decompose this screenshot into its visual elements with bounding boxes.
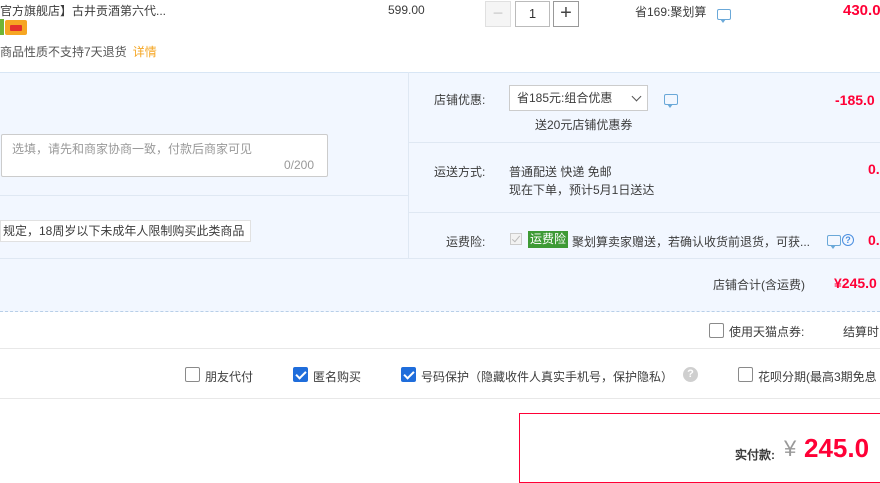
chat-bubble-icon[interactable]	[664, 94, 678, 108]
quantity-increase-button[interactable]: +	[553, 1, 579, 27]
row-divider	[0, 258, 880, 259]
payment-amount: 245.0	[804, 433, 870, 463]
huabei-installment-checkbox[interactable]	[738, 367, 753, 382]
no-return-notice: 商品性质不支持7天退货 详情	[0, 43, 157, 60]
buyer-message-counter: 0/200	[284, 158, 315, 172]
friend-pay-label[interactable]: 朋友代付	[205, 368, 253, 385]
row-divider	[409, 212, 880, 213]
anonymous-purchase-checkbox[interactable]	[293, 367, 308, 382]
shipping-method: 普通配送 快递 免邮	[509, 165, 612, 179]
no-return-text: 商品性质不支持7天退货	[0, 45, 127, 59]
store-promo-label: 店铺优惠:	[434, 93, 486, 107]
badge-green-icon	[0, 19, 4, 35]
currency-symbol: ¥	[784, 436, 797, 461]
settle-note: 结算时	[843, 325, 880, 339]
quantity-decrease-button[interactable]: −	[485, 1, 511, 27]
chevron-down-icon	[631, 91, 642, 102]
tmall-coupon-label[interactable]: 使用天猫点券:	[729, 323, 804, 340]
anonymous-purchase-label[interactable]: 匿名购买	[313, 368, 361, 385]
question-icon[interactable]: ?	[683, 367, 698, 382]
insurance-description: 聚划算卖家赠送，若确认收货前退货，可获...	[572, 235, 811, 249]
insurance-checkbox[interactable]	[510, 233, 522, 245]
payment-label: 实付款:	[735, 448, 775, 462]
credit-card-icon	[5, 20, 27, 35]
shipping-amount: 0.	[868, 161, 880, 177]
age-restriction-notice: 规定，18周岁以下未成年人限制购买此类商品	[0, 220, 252, 242]
friend-pay-checkbox[interactable]	[185, 367, 200, 382]
number-protection-checkbox[interactable]	[401, 367, 416, 382]
row-divider	[0, 195, 409, 196]
huabei-installment-label[interactable]: 花呗分期(最高3期免息	[758, 368, 877, 385]
section-divider	[0, 398, 880, 399]
unit-price: 599.00	[388, 3, 425, 17]
store-promo-amount: -185.0	[835, 92, 875, 108]
row-divider	[409, 142, 880, 143]
shipping-label: 运送方式:	[434, 165, 486, 179]
shipping-eta: 现在下单，预计5月1日送达	[509, 183, 655, 197]
store-promo-select[interactable]: 省185元:组合优惠	[509, 85, 648, 111]
insurance-amount: 0.	[868, 232, 880, 248]
insurance-tag: 运费险	[528, 231, 569, 248]
insurance-label: 运费险:	[446, 235, 486, 249]
panel-divider	[408, 72, 409, 258]
discount-note: 省169:聚划算	[635, 5, 707, 19]
chat-bubble-icon[interactable]	[827, 235, 841, 249]
store-total-amount: ¥245.0	[834, 275, 877, 291]
order-item-row: 官方旗舰店】古井贡酒第六代... 商品性质不支持7天退货 详情 599.00 − …	[0, 0, 880, 72]
quantity-input[interactable]: 1	[515, 1, 550, 27]
detail-link[interactable]: 详情	[133, 45, 157, 59]
tmall-coupon-checkbox[interactable]	[709, 323, 724, 338]
store-promo-selected: 省185元:组合优惠	[517, 91, 613, 105]
store-total-label: 店铺合计(含运费)	[713, 278, 805, 292]
item-subtotal: 430.0	[843, 2, 880, 19]
buyer-message-placeholder: 选填，请先和商家协商一致，付款后商家可见	[12, 142, 253, 156]
help-icon[interactable]: ?	[842, 234, 854, 246]
item-title[interactable]: 官方旗舰店】古井贡酒第六代...	[0, 2, 166, 19]
number-protection-label[interactable]: 号码保护（隐藏收件人真实手机号，保护隐私）	[421, 368, 673, 385]
chat-bubble-icon[interactable]	[717, 9, 731, 23]
store-promo-coupon-note: 送20元店铺优惠券	[535, 118, 633, 132]
